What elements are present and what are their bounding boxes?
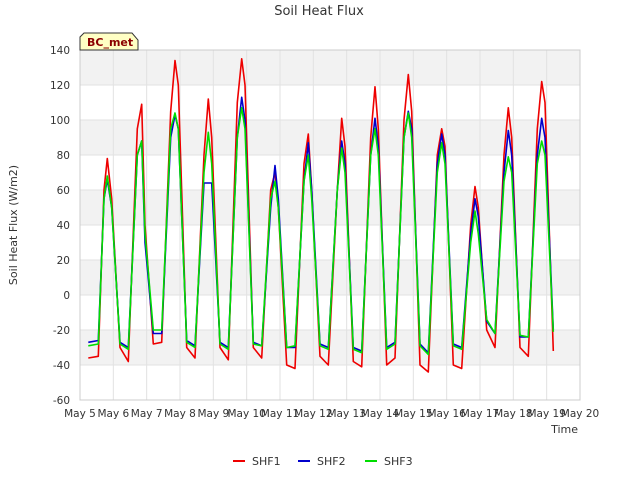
legend: SHF1 SHF2 SHF3 bbox=[233, 455, 413, 468]
site-badge: BC_met bbox=[79, 32, 139, 51]
y-tick-labels: -60 -40 -20 0 20 40 60 80 100 120 140 bbox=[50, 45, 70, 407]
y-tick-label: 80 bbox=[57, 150, 70, 162]
x-tick-label: May 9 bbox=[197, 408, 229, 420]
background-band bbox=[80, 190, 580, 225]
x-tick-label: May 7 bbox=[131, 408, 163, 420]
x-tick-label: May 8 bbox=[164, 408, 196, 420]
x-tick-labels: May 5 May 6 May 7 May 8 May 9May 10May 11May… bbox=[64, 408, 599, 420]
y-tick-label: 100 bbox=[50, 115, 70, 127]
chart-title: Soil Heat Flux bbox=[274, 4, 364, 19]
soil-heat-flux-chart: Soil Heat Flux -60 -40 -20 0 20 40 60 80 100 120 1… bbox=[7, 4, 599, 468]
y-tick-label: 120 bbox=[50, 80, 70, 92]
background-band bbox=[80, 50, 580, 85]
legend-label: SHF2 bbox=[317, 455, 346, 468]
x-axis-title: Time bbox=[550, 423, 578, 436]
legend-label: SHF3 bbox=[384, 455, 413, 468]
y-tick-label: 140 bbox=[50, 45, 70, 57]
y-tick-label: -60 bbox=[53, 395, 70, 407]
site-badge-label: BC_met bbox=[87, 36, 133, 49]
x-tick-label: May 5 bbox=[64, 408, 96, 420]
legend-label: SHF1 bbox=[252, 455, 281, 468]
background-band bbox=[80, 260, 580, 295]
x-tick-label: May 6 bbox=[97, 408, 129, 420]
y-tick-label: -20 bbox=[53, 325, 70, 337]
y-tick-label: 60 bbox=[57, 185, 70, 197]
x-tick-label: May 20 bbox=[561, 408, 599, 420]
background-band bbox=[80, 225, 580, 260]
y-tick-label: 0 bbox=[63, 290, 70, 302]
background-band bbox=[80, 365, 580, 400]
y-tick-label: -40 bbox=[53, 360, 70, 372]
y-tick-label: 20 bbox=[57, 255, 70, 267]
y-axis-title: Soil Heat Flux (W/m2) bbox=[7, 165, 20, 285]
y-tick-label: 40 bbox=[57, 220, 70, 232]
background-band bbox=[80, 85, 580, 120]
